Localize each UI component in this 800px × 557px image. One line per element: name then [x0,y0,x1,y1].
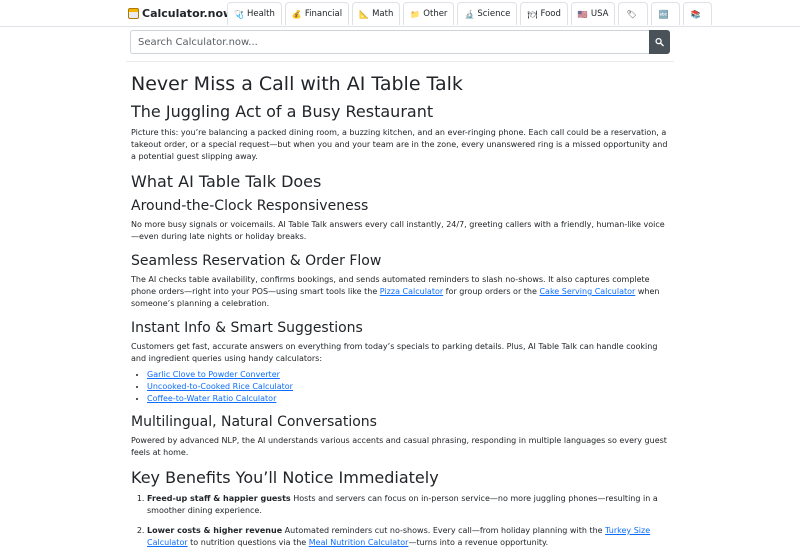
tab-library[interactable]: 📚 [682,2,712,25]
tab-math[interactable]: 📐 Math [352,2,401,25]
plate-icon: 🍽 [527,9,538,19]
benefit-text: Automated reminders cut no-shows. Every … [282,526,606,535]
section-heading-what-it-does: What AI Table Talk Does [131,172,322,191]
tab-other[interactable]: 📁 Other [403,2,455,25]
tab-tags[interactable]: 🏷 [618,2,648,25]
section-heading-juggling: The Juggling Act of a Busy Restaurant [131,102,434,121]
article: Never Miss a Call with AI Table Talk The… [131,72,671,557]
tab-financial[interactable]: 💰 Financial [284,2,350,25]
list-item: Garlic Clove to Powder Converter [147,369,671,381]
list-item: Freed-up staff & happier guests Hosts an… [147,493,671,517]
tab-label: Science [477,9,511,19]
list-item: Coffee-to-Water Ratio Calculator [147,393,671,405]
calculator-icon [128,7,139,19]
tab-label: Other [423,9,448,19]
benefit-title: Lower costs & higher revenue [147,526,283,535]
tab-label: Financial [304,9,343,19]
coffee-ratio-calculator-link[interactable]: Coffee-to-Water Ratio Calculator [147,394,276,403]
benefit-text: to nutrition questions via the [187,538,309,547]
ruler-icon: 📐 [359,9,370,19]
tab-label: Health [246,9,275,19]
tag-icon: 🏷 [626,9,637,19]
text-span: for group orders or the [443,287,540,296]
paragraph-smart-suggestions: Customers get fast, accurate answers on … [131,342,658,363]
money-bag-icon: 💰 [291,9,302,19]
folder-icon: 📁 [410,9,421,19]
tab-label: USA [590,9,609,19]
health-icon: 🩺 [234,9,244,19]
tab-health[interactable]: 🩺 Health [227,2,282,25]
tab-label: Math [372,9,394,19]
tab-usa[interactable]: 🇺🇸 USA [570,2,616,25]
list-item: Uncooked-to-Cooked Rice Calculator [147,381,671,393]
paragraph-multilingual: Powered by advanced NLP, the AI understa… [131,436,667,457]
paragraph-reservation-flow: The AI checks table availability, confir… [131,274,671,310]
subheading-multilingual: Multilingual, Natural Conversations [131,414,377,430]
brand-logo[interactable]: Calculator.now [128,6,233,20]
page-title: Never Miss a Call with AI Table Talk [131,73,463,95]
list-item: Lower costs & higher revenue Automated r… [147,525,671,549]
meal-nutrition-calculator-link[interactable]: Meal Nutrition Calculator [309,538,409,547]
search-button[interactable] [649,30,670,54]
garlic-converter-link[interactable]: Garlic Clove to Powder Converter [147,370,280,379]
search-icon [655,37,664,47]
header-divider [126,61,674,62]
calculator-link-list: Garlic Clove to Powder Converter Uncooke… [131,369,671,405]
pizza-calculator-link[interactable]: Pizza Calculator [380,287,443,296]
tab-science[interactable]: 🔬 Science [457,2,518,25]
paragraph-responsiveness: No more busy signals or voicemails. AI T… [131,220,665,241]
section-heading-benefits: Key Benefits You’ll Notice Immediately [131,468,439,487]
subheading-responsiveness: Around-the-Clock Responsiveness [131,198,369,214]
books-icon: 📚 [690,9,701,19]
subheading-reservation-flow: Seamless Reservation & Order Flow [131,253,382,269]
subheading-smart-suggestions: Instant Info & Smart Suggestions [131,320,363,336]
microscope-icon: 🔬 [464,9,475,19]
benefit-text: —turns into a revenue opportunity. [408,538,549,547]
benefits-list: Freed-up staff & happier guests Hosts an… [131,493,671,549]
tab-label: Food [540,9,561,19]
tab-food[interactable]: 🍽 Food [520,2,568,25]
rice-calculator-link[interactable]: Uncooked-to-Cooked Rice Calculator [147,382,293,391]
category-tabs: 🩺 Health 💰 Financial 📐 Math 📁 Other 🔬 Science… [227,2,715,26]
search-input[interactable] [130,30,649,54]
brand-name: Calculator.now [142,6,234,20]
cake-serving-calculator-link[interactable]: Cake Serving Calculator [539,287,635,296]
paragraph-juggling: Picture this: you’re balancing a packed … [131,128,668,161]
tab-converters[interactable]: 🔤 [650,2,680,25]
search-bar [130,30,670,54]
top-navbar: Calculator.now 🩺 Health 💰 Financial 📐 Math … [0,0,800,27]
benefit-title: Freed-up staff & happier guests [147,494,291,503]
abc-icon: 🔤 [658,9,669,19]
us-flag-icon: 🇺🇸 [577,9,588,19]
